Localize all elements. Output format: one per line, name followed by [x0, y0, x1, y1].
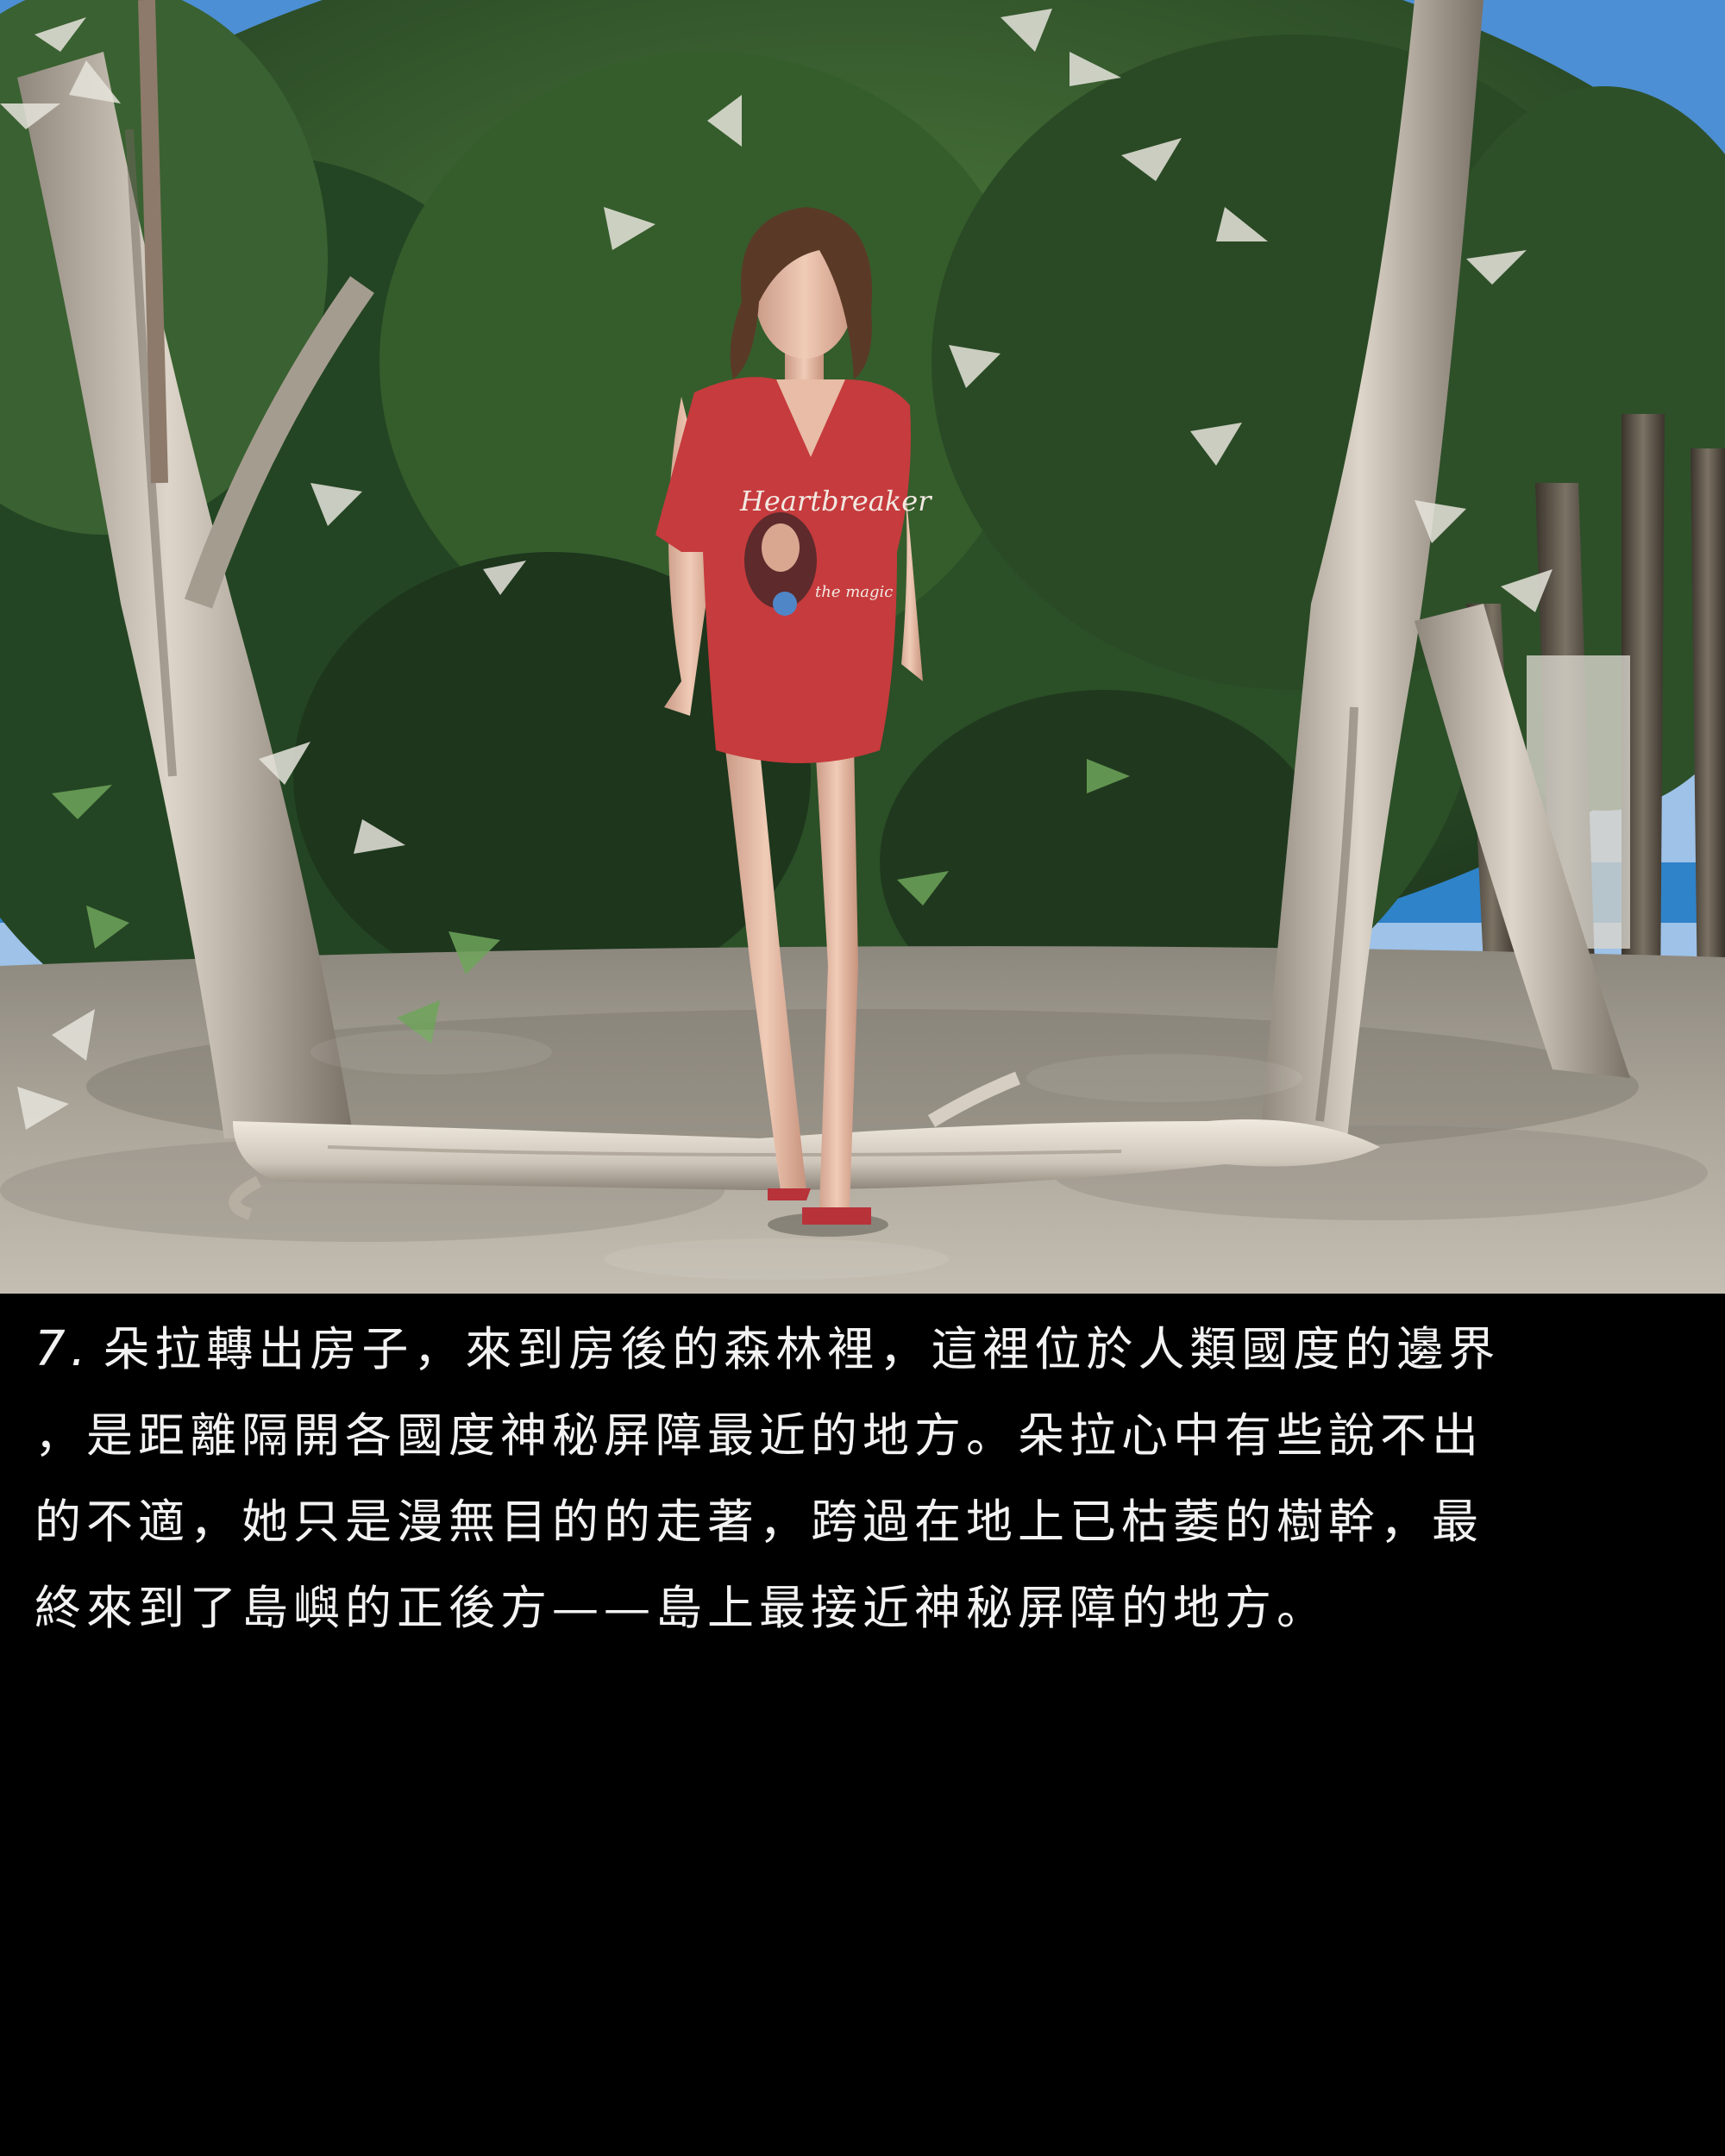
shirt-print-subtext: the magic	[815, 583, 893, 601]
panel-number: 7.	[34, 1321, 91, 1377]
caption-line-2: ，是距離隔開各國度神秘屏障最近的地方。朵拉心中有些說不出	[34, 1408, 1484, 1463]
caption-line-1-text: 朵拉轉出房子，來到房後的森林裡，這裡位於人類國度的邊界	[103, 1322, 1501, 1376]
shirt-print-text: Heartbreaker	[739, 485, 932, 517]
forest-scene-svg: Heartbreaker the magic	[0, 0, 1725, 1294]
caption-line-3: 的不適，她只是漫無目的的走著，跨過在地上已枯萎的樹幹，最	[34, 1495, 1484, 1549]
story-caption: 7. 朵拉轉出房子，來到房後的森林裡，這裡位於人類國度的邊界 ，是距離隔開各國度神…	[34, 1307, 1699, 1651]
caption-line-4: 終來到了島嶼的正後方——島上最接近神秘屏障的地方。	[34, 1581, 1328, 1635]
empty-black-area	[0, 1656, 1725, 2156]
caption-line-1: 7. 朵拉轉出房子，來到房後的森林裡，這裡位於人類國度的邊界	[34, 1307, 1699, 1393]
forest-scene-illustration: Heartbreaker the magic	[0, 0, 1725, 1294]
